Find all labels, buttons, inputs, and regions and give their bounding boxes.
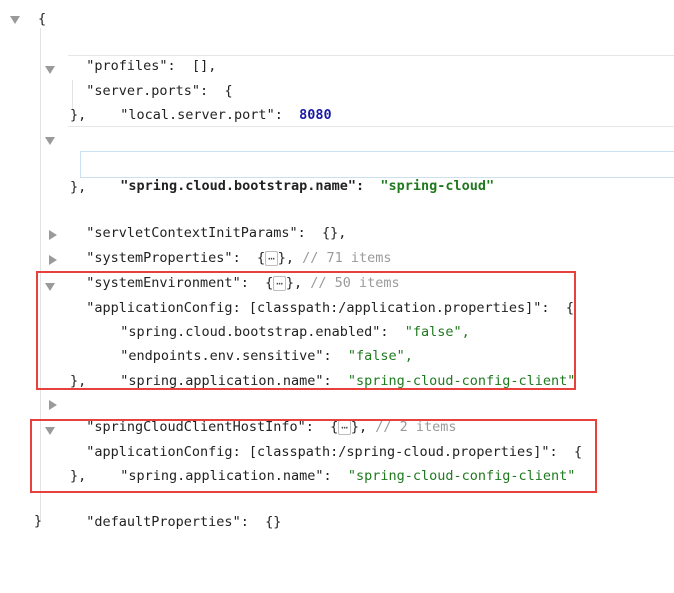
default-properties-value: {} — [265, 514, 282, 530]
expand-system-properties-icon[interactable] — [49, 230, 57, 240]
application-config-open: { — [565, 300, 574, 316]
application-config-2-row: "applicationConfig: [classpath:/spring-c… — [70, 419, 582, 460]
application-config-row: "applicationConfig: [classpath:/applicat… — [70, 275, 574, 316]
root-open-brace: { — [38, 11, 47, 27]
command-line-args-close: }, — [70, 179, 87, 195]
system-properties-row: "systemProperties": {⋯}, // 71 items — [70, 225, 392, 266]
profiles-row: "profiles": [], — [70, 33, 216, 74]
system-environment-row: "systemEnvironment": {⋯}, // 50 items — [70, 250, 400, 291]
bootstrap-name-key: "spring.cloud.bootstrap.name": — [120, 178, 365, 194]
command-line-args-row: "commandLineArgs": { — [70, 129, 257, 170]
application-config-close: }, — [70, 373, 87, 389]
collapse-application-config-icon[interactable] — [45, 283, 55, 291]
local-server-port-value: 8080 — [299, 107, 332, 123]
application-name-2-value: "spring-cloud-config-client" — [347, 468, 576, 484]
server-ports-close: }, — [70, 107, 87, 123]
collapse-server-ports-icon[interactable] — [45, 66, 55, 74]
default-properties-row: "defaultProperties": {} — [70, 489, 281, 530]
collapse-application-config-2-icon[interactable] — [45, 427, 55, 435]
local-server-port-row: "local.server.port": 8080 — [104, 82, 331, 123]
application-name-key: "spring.application.name": — [120, 373, 332, 389]
root-close-brace: } — [34, 513, 43, 529]
collapse-command-line-args-icon[interactable] — [45, 137, 55, 145]
app-config-entry: "spring.application.name": "spring-cloud… — [104, 348, 575, 389]
local-server-port-key: "local.server.port": — [120, 107, 283, 123]
expand-spring-cloud-client-host-info-icon[interactable] — [49, 400, 57, 410]
app-config-entry: "spring.cloud.bootstrap.enabled": "false… — [104, 299, 470, 340]
application-name-2-key: "spring.application.name": — [120, 468, 332, 484]
server-ports-row: "server.ports": { — [70, 58, 232, 99]
servlet-context-row: "servletContextInitParams": {}, — [70, 200, 346, 241]
expand-system-environment-icon[interactable] — [49, 255, 57, 265]
bootstrap-name-value: "spring-cloud" — [380, 178, 495, 194]
bootstrap-name-row[interactable]: "spring.cloud.bootstrap.name": "spring-c… — [104, 153, 494, 194]
application-config-2-close: }, — [70, 468, 87, 484]
row-divider — [68, 126, 674, 127]
spring-cloud-client-host-info-row: "springCloudClientHostInfo": {⋯}, // 2 i… — [70, 394, 457, 435]
bootstrap-enabled-value: "false", — [404, 324, 470, 340]
default-properties-key: "defaultProperties": — [86, 514, 249, 530]
collapse-root-toggle-icon[interactable] — [10, 16, 20, 24]
app-config-entry: "endpoints.env.sensitive": "false", — [104, 323, 413, 364]
application-name-value: "spring-cloud-config-client" — [347, 373, 576, 389]
app-config-2-entry: "spring.application.name": "spring-cloud… — [104, 443, 575, 484]
